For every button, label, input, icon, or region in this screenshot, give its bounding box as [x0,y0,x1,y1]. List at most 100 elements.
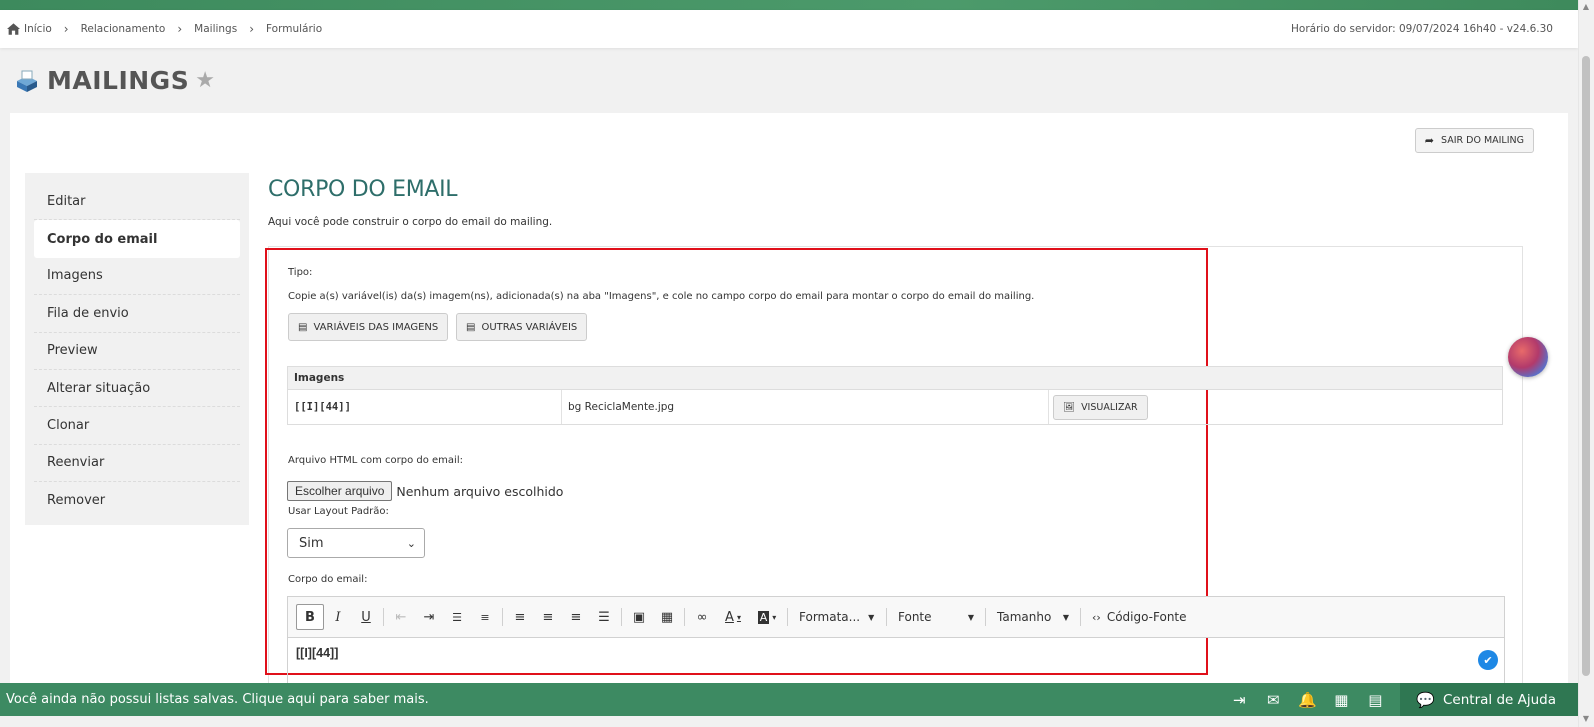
size-dropdown[interactable]: Tamanho ▼ [989,604,1077,630]
mail-star-icon[interactable]: ✉ [1256,691,1290,709]
help-center-button[interactable]: 💬 Central de Ajuda [1400,683,1578,716]
layout-select[interactable]: Sim ⌄ [287,528,425,558]
bullet-list-icon[interactable]: ≡ [471,604,499,630]
numbered-list-icon[interactable]: ☰ [443,604,471,630]
images-table: Imagens [[I][44]] bg ReciclaMente.jpg 🖼 … [287,366,1503,425]
align-left-icon[interactable]: ≡ [506,604,534,630]
chevron-right-icon: › [249,22,255,36]
chevron-right-icon: › [177,22,183,36]
content-area: CORPO DO EMAIL Aqui você pode construir … [268,177,1523,686]
server-time: Horário do servidor: 09/07/2024 16h40 - … [1291,23,1553,35]
list-icon: ▤ [298,321,308,333]
align-right-icon[interactable]: ≡ [562,604,590,630]
image-variable-cell[interactable]: [[I][44]] [288,390,562,424]
dropdown-arrow-icon: ▼ [967,612,974,622]
link-icon[interactable]: ∞ [688,604,716,630]
indent-icon[interactable]: ⇥ [415,604,443,630]
editor-content[interactable]: [[I][44]] [288,638,1504,668]
italic-icon[interactable]: I [324,604,352,630]
footer-bar: Você ainda não possui listas salvas. Cli… [0,683,1578,716]
calculator-icon[interactable]: ▤ [1358,691,1392,709]
other-variables-label: OUTRAS VARIÁVEIS [481,321,578,333]
bottom-strip [0,716,1578,727]
image-action-cell: 🖼 VISUALIZAR [1049,390,1502,424]
file-input[interactable]: Escolher arquivo Nenhum arquivo escolhid… [287,481,563,501]
rich-text-editor: B I U ⇤ ⇥ ☰ ≡ ≡ ≡ ≡ ☰ ▣ ▦ ∞ A ▾ A ▾ Format… [287,596,1505,686]
body-label: Corpo do email: [288,574,368,585]
chat-icon: 💬 [1416,690,1435,709]
image-file-cell: bg ReciclaMente.jpg [562,390,1049,424]
scroll-up-icon[interactable]: ▲ [1581,2,1591,12]
sidebar-item-imagens[interactable]: Imagens [34,258,240,296]
sidebar-item-fila-de-envio[interactable]: Fila de envio [34,295,240,333]
breadcrumb-home[interactable]: Início [7,23,52,35]
format-dropdown[interactable]: Formata... ▼ [791,604,883,630]
exit-mailing-button[interactable]: ➦ SAIR DO MAILING [1414,128,1534,153]
sidebar-nav: Editar Corpo do email Imagens Fila de en… [25,173,249,525]
tipo-label: Tipo: [288,267,313,278]
assistant-orb-icon[interactable] [1508,337,1548,377]
calendar-icon[interactable]: ▦ [1324,691,1358,709]
share-arrow-icon: ➦ [1424,134,1434,147]
section-title: CORPO DO EMAIL [268,177,458,202]
bold-icon[interactable]: B [296,604,324,630]
format-dropdown-label: Formata... [799,610,861,624]
collapse-arrow-icon[interactable]: ⇥ [1222,691,1256,709]
text-color-icon[interactable]: A ▾ [716,604,750,630]
source-code-button[interactable]: ‹› Código-Fonte [1084,604,1195,630]
check-icon[interactable]: ✔ [1478,650,1498,670]
align-center-icon[interactable]: ≡ [534,604,562,630]
image-insert-icon[interactable]: ▣ [625,604,653,630]
exit-mailing-label: SAIR DO MAILING [1441,135,1524,146]
outdent-icon[interactable]: ⇤ [387,604,415,630]
section-description: Aqui você pode construir o corpo do emai… [268,216,553,228]
sidebar-item-corpo-do-email[interactable]: Corpo do email [34,220,240,258]
top-stripe [0,0,1578,10]
size-dropdown-label: Tamanho [997,610,1052,624]
font-dropdown[interactable]: Fonte ▼ [890,604,982,630]
image-icon: 🖼 [1063,401,1076,413]
images-table-header: Imagens [288,367,1502,390]
underline-icon[interactable]: U [352,604,380,630]
scrollbar-thumb[interactable] [1582,56,1590,676]
table-row: [[I][44]] bg ReciclaMente.jpg 🖼 VISUALIZ… [288,390,1502,424]
layout-label: Usar Layout Padrão: [288,506,389,517]
view-image-button[interactable]: 🖼 VISUALIZAR [1053,394,1148,420]
editor-toolbar: B I U ⇤ ⇥ ☰ ≡ ≡ ≡ ≡ ☰ ▣ ▦ ∞ A ▾ A ▾ Format… [288,597,1504,638]
breadcrumb-item-relacionamento[interactable]: Relacionamento [81,23,166,35]
instructions-text: Copie a(s) variável(is) da(s) imagem(ns)… [288,291,1035,302]
mailing-logo-icon [17,70,37,92]
choose-file-button[interactable]: Escolher arquivo [287,481,393,501]
sidebar-item-preview[interactable]: Preview [34,333,240,370]
file-status: Nenhum arquivo escolhido [396,483,564,499]
source-code-icon: ‹› [1092,610,1101,624]
table-icon[interactable]: ▦ [653,604,681,630]
sidebar-item-clonar[interactable]: Clonar [34,407,240,445]
sidebar-item-remover[interactable]: Remover [34,482,240,519]
sidebar-item-reenviar[interactable]: Reenviar [34,445,240,483]
breadcrumb-item-inicio[interactable]: Início [24,23,52,35]
sidebar-item-alterar-situacao[interactable]: Alterar situação [34,370,240,408]
breadcrumb-item-mailings[interactable]: Mailings [194,23,237,35]
bell-icon[interactable]: 🔔 [1290,691,1324,709]
font-dropdown-label: Fonte [898,610,932,624]
image-variables-button[interactable]: ▤ VARIÁVEIS DAS IMAGENS [288,313,449,341]
breadcrumb: Início › Relacionamento › Mailings › For… [0,10,1578,48]
favorite-star-icon[interactable]: ★ [195,68,215,93]
background-color-icon[interactable]: A ▾ [750,604,784,630]
saved-lists-message[interactable]: Você ainda não possui listas salvas. Cli… [0,692,429,707]
layout-select-value: Sim [299,535,324,551]
view-image-label: VISUALIZAR [1081,401,1138,413]
html-file-label: Arquivo HTML com corpo do email: [288,455,463,466]
page-header: MAILINGS ★ [14,66,215,95]
dropdown-arrow-icon: ▼ [868,612,875,622]
page-title: MAILINGS [47,66,190,95]
sidebar-item-editar[interactable]: Editar [34,183,240,221]
dropdown-arrow-icon: ▼ [1062,612,1069,622]
list-icon: ▤ [466,321,476,333]
help-center-label: Central de Ajuda [1443,691,1556,708]
footer-icons: ⇥ ✉ 🔔 ▦ ▤ 💬 Central de Ajuda [1222,683,1578,716]
align-justify-icon[interactable]: ☰ [590,604,618,630]
other-variables-button[interactable]: ▤ OUTRAS VARIÁVEIS [456,313,588,341]
scroll-down-icon[interactable]: ▼ [1581,714,1591,724]
